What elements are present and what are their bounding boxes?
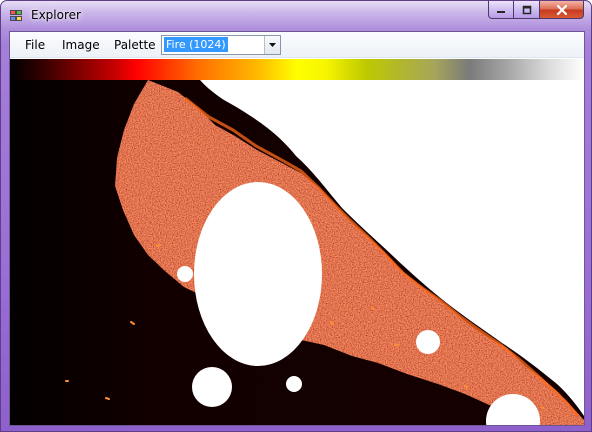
menu-image[interactable]: Image <box>62 38 100 52</box>
chevron-down-icon <box>269 42 276 47</box>
caption-buttons <box>488 1 584 21</box>
fractal-main-bulb <box>194 182 322 366</box>
fractal-bulb-mid-small <box>286 376 302 392</box>
palette-dropdown-button[interactable] <box>264 36 280 54</box>
maximize-button[interactable] <box>514 1 540 19</box>
title-bar[interactable]: Explorer <box>1 1 591 31</box>
close-icon <box>556 4 567 15</box>
fractal-bulb-lower <box>192 367 232 407</box>
fractal-image[interactable] <box>10 80 584 425</box>
fractal-bulb-left-small <box>177 266 193 282</box>
menu-palette[interactable]: Palette <box>114 38 156 52</box>
minimize-icon <box>497 10 505 13</box>
menu-bar: File Image Palette Fire (1024) <box>10 32 584 58</box>
explorer-window: Explorer File Image Palette Fire (1024) <box>0 0 592 432</box>
palette-gradient-strip <box>10 59 584 80</box>
client-area: File Image Palette Fire (1024) <box>9 31 585 426</box>
palette-select-value: Fire (1024) <box>164 37 228 52</box>
menu-file[interactable]: File <box>25 38 45 52</box>
fractal-bulb-right-small <box>416 330 440 354</box>
window-title: Explorer <box>31 8 81 22</box>
maximize-icon <box>522 5 531 14</box>
close-button[interactable] <box>540 1 584 19</box>
minimize-button[interactable] <box>488 1 514 19</box>
app-window-icon <box>10 10 26 24</box>
palette-select[interactable]: Fire (1024) <box>161 35 281 55</box>
